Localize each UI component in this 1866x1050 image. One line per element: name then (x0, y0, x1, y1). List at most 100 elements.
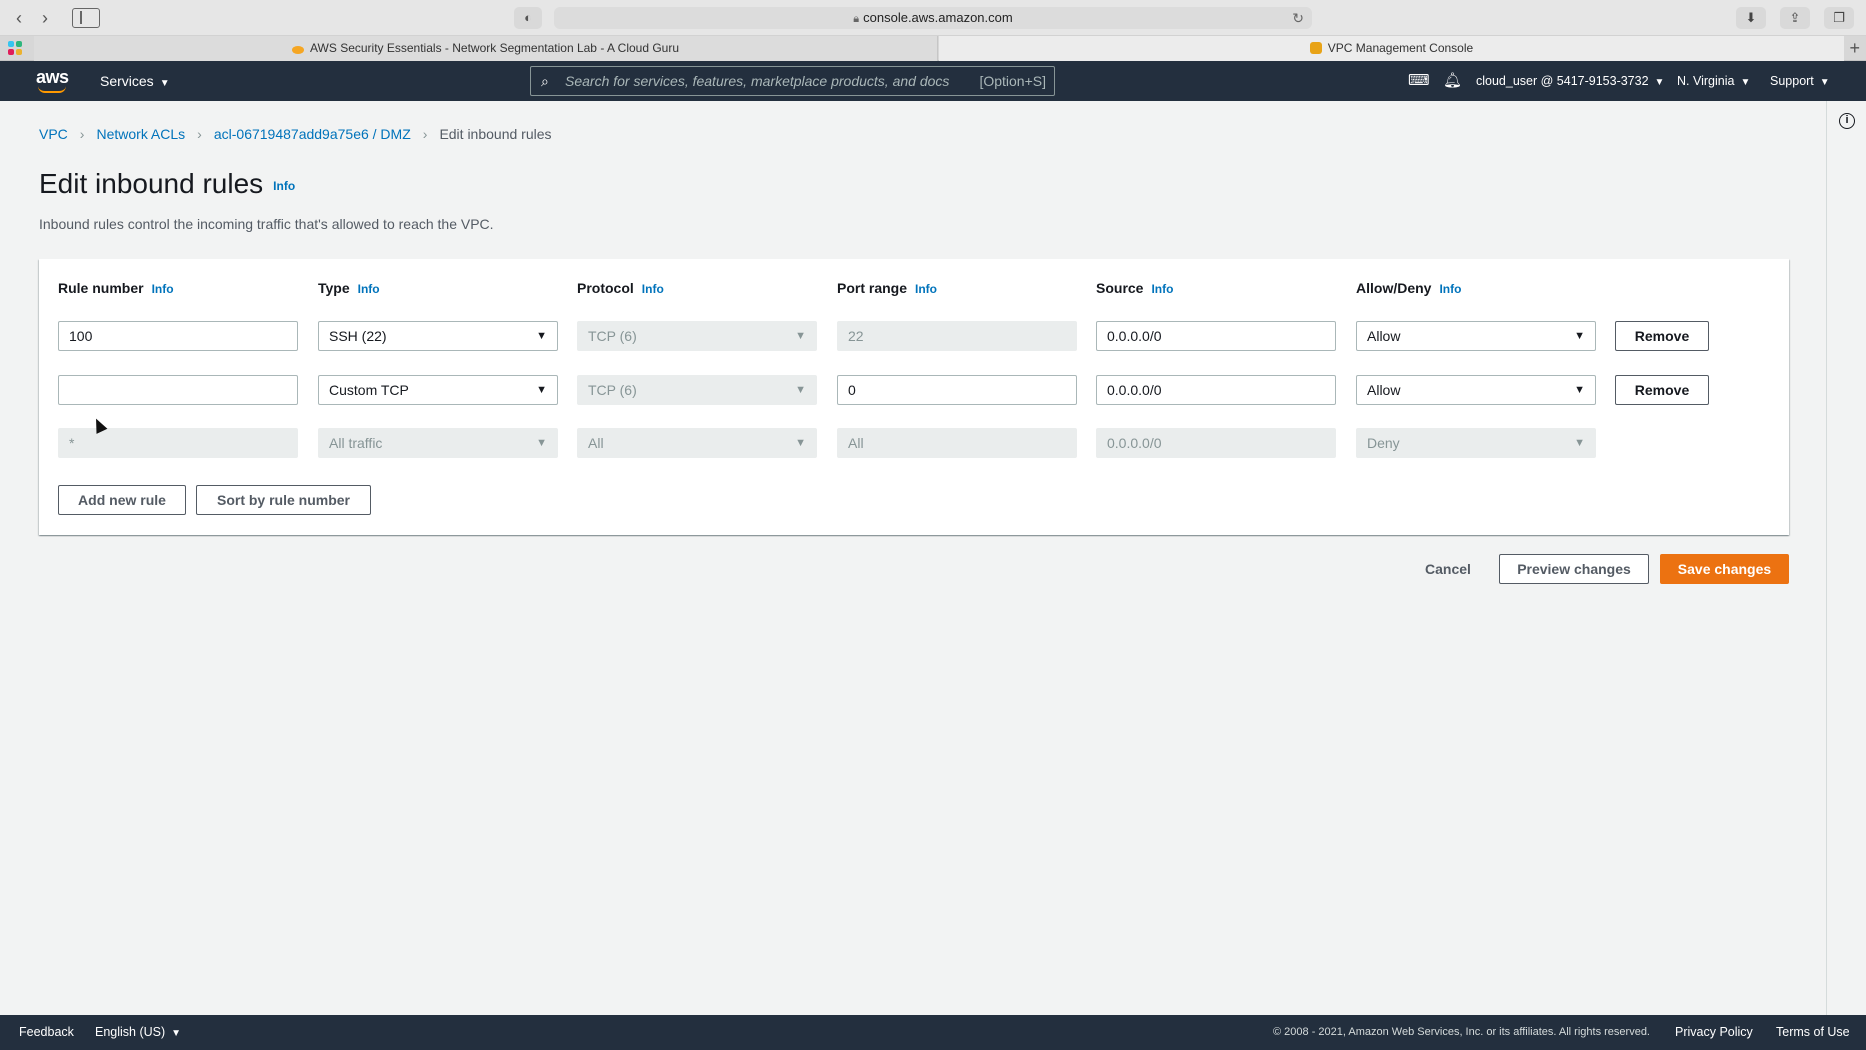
sort-by-rule-number-button[interactable]: Sort by rule number (196, 485, 371, 515)
new-tab-icon[interactable]: + (1849, 36, 1860, 61)
header-source: Source Info (1096, 280, 1173, 296)
help-panel-rail: i (1826, 101, 1866, 1015)
header-label: Rule number (58, 280, 144, 296)
header-port-range: Port range Info (837, 280, 937, 296)
chevron-right-icon: › (197, 126, 202, 142)
info-link[interactable]: Info (915, 282, 937, 296)
info-link[interactable]: Info (642, 282, 664, 296)
sidebar-toggle-icon[interactable] (72, 8, 100, 28)
feedback-link[interactable]: Feedback (19, 1015, 74, 1050)
allow-deny-select: Deny ▼ (1356, 428, 1596, 458)
chevron-right-icon: › (422, 126, 428, 142)
forward-icon[interactable]: › (34, 8, 56, 28)
caret-down-icon: ▼ (159, 78, 170, 89)
chevron-right-icon: › (79, 126, 85, 142)
source-input[interactable]: 0.0.0.0/0 (1096, 375, 1336, 405)
browser-tab-acloudguru[interactable]: AWS Security Essentials - Network Segmen… (34, 36, 938, 61)
caret-down-icon: ▼ (536, 330, 547, 342)
search-placeholder: Search for services, features, marketpla… (565, 73, 950, 89)
notifications-bell-icon[interactable]: 🔔︎ (1443, 61, 1462, 101)
terms-of-use-link[interactable]: Terms of Use (1776, 1015, 1850, 1050)
caret-down-icon: ▼ (1574, 330, 1585, 342)
tabs-overview-icon[interactable]: ❐ (1824, 7, 1854, 29)
lock-icon: 🔒︎ (853, 13, 860, 25)
type-select[interactable]: Custom TCP ▼ (318, 375, 558, 405)
language-selector[interactable]: English (US) ▼ (95, 1015, 181, 1050)
rule-number-input[interactable] (58, 375, 298, 405)
caret-down-icon: ▼ (795, 384, 806, 396)
action-value: Allow (1367, 328, 1401, 344)
preview-changes-button[interactable]: Preview changes (1499, 554, 1649, 584)
breadcrumb-vpc[interactable]: VPC (39, 126, 68, 142)
breadcrumb-acl[interactable]: acl-06719487add9a75e6 / DMZ (214, 126, 411, 142)
info-link[interactable]: Info (152, 282, 174, 296)
reload-icon[interactable]: ↻ (1292, 7, 1304, 29)
type-select: All traffic ▼ (318, 428, 558, 458)
header-label: Type (318, 280, 350, 296)
rule-number-input[interactable]: 100 (58, 321, 298, 351)
info-link[interactable]: Info (1151, 282, 1173, 296)
header-label: Source (1096, 280, 1144, 296)
header-type: Type Info (318, 280, 380, 296)
cloudshell-icon[interactable]: ⌨ (1408, 61, 1430, 101)
info-link[interactable]: Info (358, 282, 380, 296)
type-select[interactable]: SSH (22) ▼ (318, 321, 558, 351)
caret-down-icon: ▼ (536, 384, 547, 396)
back-icon[interactable]: ‹ (8, 8, 30, 28)
action-value: Allow (1367, 382, 1401, 398)
source-input[interactable]: 0.0.0.0/0 (1096, 321, 1336, 351)
tab-label: VPC Management Console (1327, 41, 1474, 55)
port-range-input: All (837, 428, 1077, 458)
rule-number-input: * (58, 428, 298, 458)
support-label: Support (1770, 74, 1814, 88)
privacy-shield-icon[interactable]: ◐ (514, 7, 542, 29)
support-menu[interactable]: Support ▼ (1770, 61, 1830, 103)
slack-icon[interactable] (8, 41, 22, 55)
header-allow-deny: Allow/Deny Info (1356, 280, 1461, 296)
address-bar[interactable]: 🔒︎ console.aws.amazon.com ↻ (554, 7, 1312, 29)
download-icon[interactable]: ⬇ (1736, 7, 1766, 29)
global-search-input[interactable]: ⌕ Search for services, features, marketp… (530, 66, 1055, 96)
language-label: English (US) (95, 1025, 166, 1039)
title-info-link[interactable]: Info (273, 179, 295, 193)
services-menu[interactable]: Services ▼ (100, 61, 170, 104)
protocol-select: All ▼ (577, 428, 817, 458)
inbound-rules-panel: Rule number Info Type Info Protocol Info Po… (39, 259, 1789, 535)
allow-deny-select[interactable]: Allow ▼ (1356, 375, 1596, 405)
tab-label: AWS Security Essentials - Network Segmen… (309, 41, 680, 55)
info-panel-icon[interactable]: i (1839, 113, 1855, 129)
protocol-select: TCP (6) ▼ (577, 321, 817, 351)
privacy-policy-link[interactable]: Privacy Policy (1675, 1015, 1753, 1050)
remove-rule-button[interactable]: Remove (1615, 321, 1709, 351)
aws-logo[interactable]: aws (36, 67, 70, 93)
allow-deny-select[interactable]: Allow ▼ (1356, 321, 1596, 351)
services-label: Services (100, 73, 154, 89)
type-value: SSH (22) (329, 328, 387, 344)
breadcrumb-network-acls[interactable]: Network ACLs (96, 126, 185, 142)
type-value: All traffic (329, 435, 383, 451)
caret-down-icon: ▼ (1654, 77, 1665, 88)
add-new-rule-button[interactable]: Add new rule (58, 485, 186, 515)
account-menu[interactable]: cloud_user @ 5417-9153-3732 ▼ (1476, 61, 1664, 103)
region-menu[interactable]: N. Virginia ▼ (1677, 61, 1750, 103)
header-label: Protocol (577, 280, 634, 296)
caret-down-icon: ▼ (1740, 77, 1751, 88)
source-input: 0.0.0.0/0 (1096, 428, 1336, 458)
protocol-value: All (588, 435, 604, 451)
action-value: Deny (1367, 435, 1400, 451)
browser-toolbar: ‹ › ◐ 🔒︎ console.aws.amazon.com ↻ ⬇ ⇪ ❐ (0, 0, 1866, 36)
cancel-button[interactable]: Cancel (1425, 554, 1471, 584)
header-protocol: Protocol Info (577, 280, 664, 296)
port-range-input[interactable]: 0 (837, 375, 1077, 405)
caret-down-icon: ▼ (795, 330, 806, 342)
share-icon[interactable]: ⇪ (1780, 7, 1810, 29)
aws-top-nav: aws Services ▼ ⌕ Search for services, fea… (0, 61, 1866, 101)
port-range-input: 22 (837, 321, 1077, 351)
save-changes-button[interactable]: Save changes (1660, 554, 1789, 584)
info-link[interactable]: Info (1439, 282, 1461, 296)
remove-rule-button[interactable]: Remove (1615, 375, 1709, 405)
browser-tab-vpc-console[interactable]: VPC Management Console (939, 36, 1844, 61)
cloud-favicon-icon (291, 46, 304, 54)
protocol-value: TCP (6) (588, 328, 637, 344)
breadcrumb: VPC › Network ACLs › acl-06719487add9a75… (39, 126, 552, 142)
